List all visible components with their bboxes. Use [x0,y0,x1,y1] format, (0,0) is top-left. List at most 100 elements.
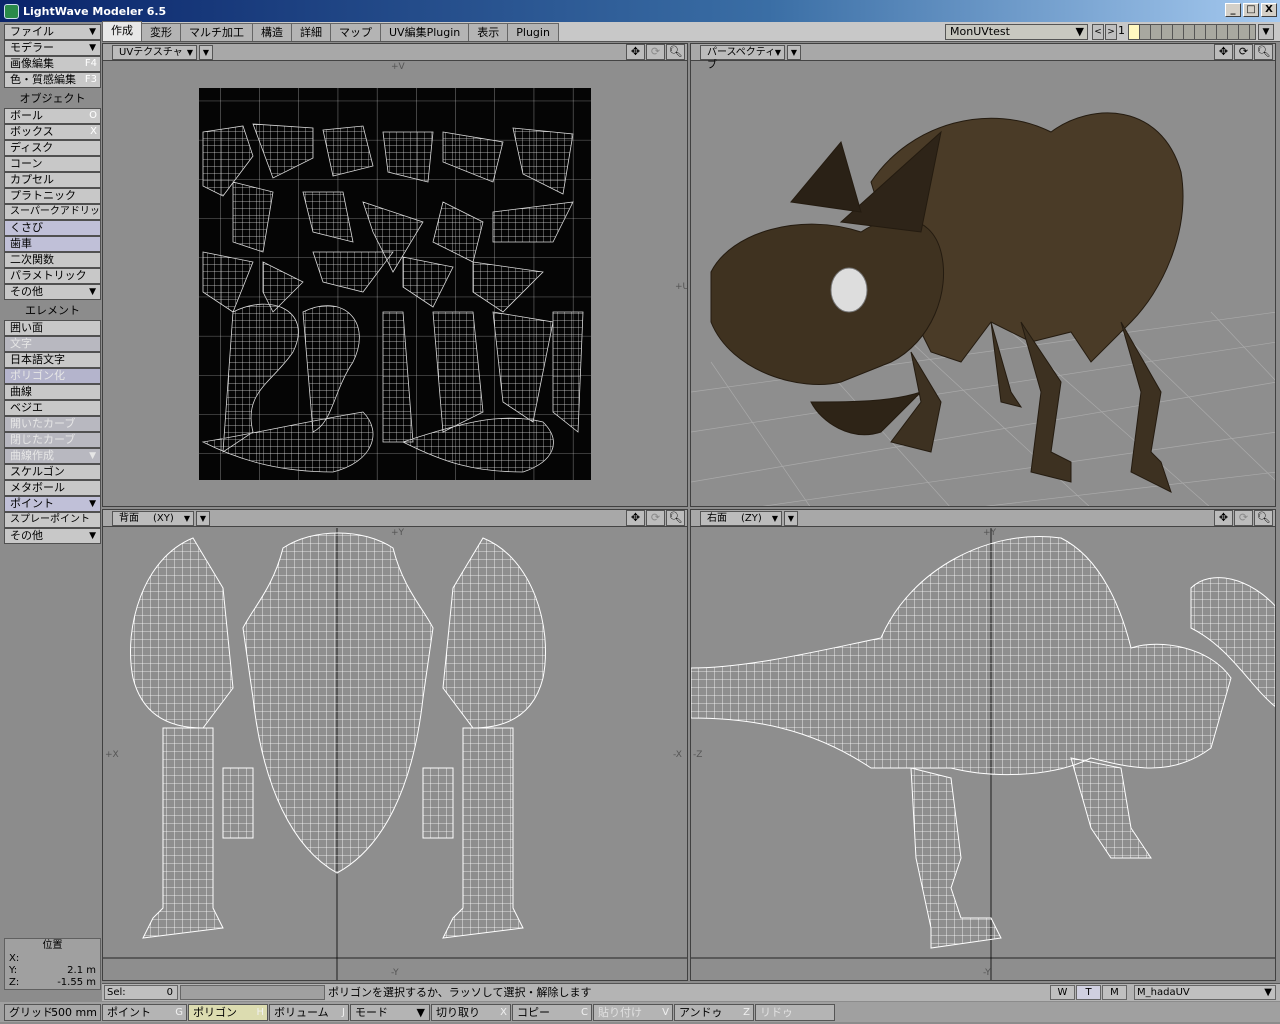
spray-points-button[interactable]: スプレーポイント [4,512,101,528]
window-title: LightWave Modeler 6.5 [23,4,167,18]
skelegon-button[interactable]: スケルゴン [4,464,101,480]
layer-number: 1 [1118,24,1125,37]
open-curve-button[interactable]: 開いたカーブ [4,416,101,432]
ball-button[interactable]: ボール O [4,108,101,124]
rotate-icon[interactable]: ⟳ [1234,510,1253,526]
back-canvas[interactable]: +Y -Y +X -X [103,528,687,980]
back-viewport[interactable]: 背面 (XY) ▼ ▼ ✥ ⟳ 🔍︎ +Y -Y +X -X [102,509,688,981]
tab-display[interactable]: 表示 [468,23,509,41]
text-button[interactable]: 文字 [4,336,101,352]
tab-uv-plugin[interactable]: UV編集Plugin [380,23,470,41]
layer-buttons[interactable] [1128,24,1256,40]
closed-curve-button[interactable]: 閉じたカーブ [4,432,101,448]
mode-select[interactable]: モード ▼ [350,1003,430,1021]
view-options-button[interactable]: ▼ [199,44,213,60]
uv-viewport[interactable]: UVテクスチャ ▼ ▼ ✥ ⟳ 🔍︎ +V +U [102,43,688,507]
elements-more-button[interactable]: その他 ▼ [4,528,101,544]
volume-mode-button[interactable]: ボリューム J [269,1003,349,1021]
prev-layer-button[interactable]: < [1092,24,1104,40]
uv-map-select[interactable]: MonUVtest ▼ [945,24,1088,40]
gear-button[interactable]: 歯車 [4,236,101,252]
status-bar: Sel: 0 ポリゴンを選択するか、ラッソして選択・解除します W T M M_h… [102,983,1280,1001]
pan-icon[interactable]: ✥ [626,44,645,60]
uv-canvas[interactable]: +V +U [103,62,687,506]
pan-icon[interactable]: ✥ [626,510,645,526]
morph-toggle[interactable]: M [1102,985,1127,1000]
objects-more-button[interactable]: その他 ▼ [4,284,101,300]
tab-create[interactable]: 作成 [102,21,142,41]
wedge-button[interactable]: くさび [4,220,101,236]
elements-header: エレメント [25,304,80,317]
layer-dropdown-button[interactable]: ▼ [1258,24,1274,40]
tab-construct[interactable]: 構造 [252,23,292,41]
modeler-menu[interactable]: モデラー ▼ [4,40,101,56]
view-options-button[interactable]: ▼ [787,44,801,60]
selection-info-box [180,985,325,1000]
chevron-down-icon: ▼ [89,43,96,53]
point-mode-button[interactable]: ポイント G [102,1003,187,1021]
perspective-view-select[interactable]: パースペクティブ ▼ [700,44,785,71]
polygonize-button[interactable]: ポリゴン化 [4,368,101,384]
current-layer[interactable] [1129,25,1139,39]
undo-button[interactable]: アンドゥ Z [674,1003,754,1021]
japanese-text-button[interactable]: 日本語文字 [4,352,101,368]
paste-button[interactable]: 貼り付け V [593,1003,673,1021]
copy-button[interactable]: コピー C [512,1003,592,1021]
disc-button[interactable]: ディスク [4,140,101,156]
box-button[interactable]: ボックス X [4,124,101,140]
pan-icon[interactable]: ✥ [1214,44,1233,60]
surface-select[interactable]: M_hadaUV ▼ [1134,985,1276,1000]
right-viewport[interactable]: 右面 (ZY) ▼ ▼ ✥ ⟳ 🔍︎ +Y -Y -Z [690,509,1276,981]
platonic-button[interactable]: プラトニック [4,188,101,204]
tab-map[interactable]: マップ [330,23,381,41]
bezier-button[interactable]: ベジエ [4,400,101,416]
back-wireframe [103,528,687,980]
rotate-icon[interactable]: ⟳ [646,44,665,60]
position-y: 2.1 m [67,965,96,976]
rotate-icon[interactable]: ⟳ [646,510,665,526]
make-curve-button[interactable]: 曲線作成 ▼ [4,448,101,464]
capsule-button[interactable]: カプセル [4,172,101,188]
equation-button[interactable]: 二次関数 [4,252,101,268]
right-view-select[interactable]: 右面 (ZY) ▼ [700,510,782,526]
minimize-button[interactable]: _ [1225,3,1241,17]
metaball-button[interactable]: メタボール [4,480,101,496]
perspective-canvas[interactable] [691,62,1275,506]
enclose-face-button[interactable]: 囲い面 [4,320,101,336]
pan-icon[interactable]: ✥ [1214,510,1233,526]
cone-button[interactable]: コーン [4,156,101,172]
point-tool-button[interactable]: ポイント ▼ [4,496,101,512]
close-button[interactable]: X [1261,3,1277,17]
tab-plugin[interactable]: Plugin [507,23,559,41]
perspective-viewport[interactable]: パースペクティブ ▼ ▼ ✥ ⟳ 🔍︎ [690,43,1276,507]
view-options-button[interactable]: ▼ [196,510,210,526]
redo-button[interactable]: リドゥ [755,1003,835,1021]
maximize-button[interactable]: □ [1243,3,1259,17]
curve-button[interactable]: 曲線 [4,384,101,400]
wireframe-toggle[interactable]: W [1050,985,1075,1000]
zoom-icon[interactable]: 🔍︎ [1254,44,1273,60]
parametric-button[interactable]: パラメトリック [4,268,101,284]
zoom-icon[interactable]: 🔍︎ [666,44,685,60]
tab-modify[interactable]: 変形 [141,23,181,41]
file-menu[interactable]: ファイル ▼ [4,24,101,40]
polygon-mode-button[interactable]: ポリゴン H [188,1003,268,1021]
tab-multiply[interactable]: マルチ加工 [180,23,253,41]
tab-detail[interactable]: 詳細 [291,23,331,41]
rotate-icon[interactable]: ⟳ [1234,44,1253,60]
next-layer-button[interactable]: > [1105,24,1117,40]
cut-button[interactable]: 切り取り X [431,1003,511,1021]
zoom-icon[interactable]: 🔍︎ [1254,510,1273,526]
image-editor-button[interactable]: 画像編集 F4 [4,56,101,72]
zoom-icon[interactable]: 🔍︎ [666,510,685,526]
texture-toggle[interactable]: T [1076,985,1101,1000]
right-canvas[interactable]: +Y -Y -Z [691,528,1275,980]
superquadric-button[interactable]: スーパークアドリック [4,204,101,220]
chevron-down-icon: ▼ [89,287,96,297]
uv-view-select[interactable]: UVテクスチャ ▼ [112,44,197,60]
back-view-select[interactable]: 背面 (XY) ▼ [112,510,194,526]
surface-editor-button[interactable]: 色・質感編集 F3 [4,72,101,88]
chevron-down-icon: ▼ [1075,25,1084,38]
view-options-button[interactable]: ▼ [784,510,798,526]
modeler-window: LightWave Modeler 6.5 _ □ X 作成 変形 マルチ加工 … [0,0,1280,1024]
